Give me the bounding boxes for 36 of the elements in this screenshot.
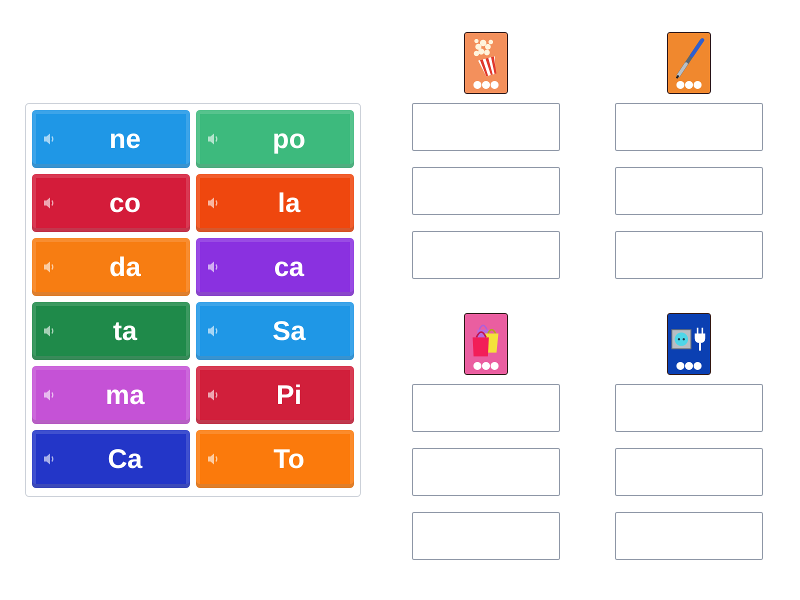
word-tile[interactable]: ta bbox=[32, 302, 190, 360]
speaker-icon[interactable] bbox=[43, 260, 54, 274]
word-tile[interactable]: ne bbox=[32, 110, 190, 168]
word-tile[interactable]: co bbox=[32, 174, 190, 232]
answer-box[interactable] bbox=[412, 512, 560, 560]
speaker-icon[interactable] bbox=[43, 452, 54, 466]
answer-box[interactable] bbox=[615, 384, 763, 432]
word-tile[interactable]: po bbox=[196, 110, 354, 168]
word-tile[interactable]: Pi bbox=[196, 366, 354, 424]
speaker-icon[interactable] bbox=[207, 260, 218, 274]
speaker-icon[interactable] bbox=[207, 196, 218, 210]
speaker-icon[interactable] bbox=[207, 388, 218, 402]
speaker-icon[interactable] bbox=[43, 196, 54, 210]
word-tile[interactable]: Ca bbox=[32, 430, 190, 488]
answer-box[interactable] bbox=[412, 103, 560, 151]
word-tile[interactable]: To bbox=[196, 430, 354, 488]
speaker-icon[interactable] bbox=[207, 452, 218, 466]
answer-box[interactable] bbox=[615, 448, 763, 496]
speaker-icon[interactable] bbox=[43, 324, 54, 338]
answer-box[interactable] bbox=[615, 167, 763, 215]
speaker-icon[interactable] bbox=[207, 132, 218, 146]
speaker-icon[interactable] bbox=[43, 132, 54, 146]
answer-box[interactable] bbox=[412, 384, 560, 432]
word-tile[interactable]: ma bbox=[32, 366, 190, 424]
word-tile[interactable]: ca bbox=[196, 238, 354, 296]
answer-box[interactable] bbox=[412, 167, 560, 215]
answer-box[interactable] bbox=[615, 103, 763, 151]
answer-box[interactable] bbox=[412, 231, 560, 279]
speaker-icon[interactable] bbox=[43, 388, 54, 402]
speaker-icon[interactable] bbox=[207, 324, 218, 338]
word-tile[interactable]: da bbox=[32, 238, 190, 296]
word-tile[interactable]: Sa bbox=[196, 302, 354, 360]
answer-box[interactable] bbox=[615, 512, 763, 560]
answer-box[interactable] bbox=[412, 448, 560, 496]
answer-box[interactable] bbox=[615, 231, 763, 279]
word-tile[interactable]: la bbox=[196, 174, 354, 232]
